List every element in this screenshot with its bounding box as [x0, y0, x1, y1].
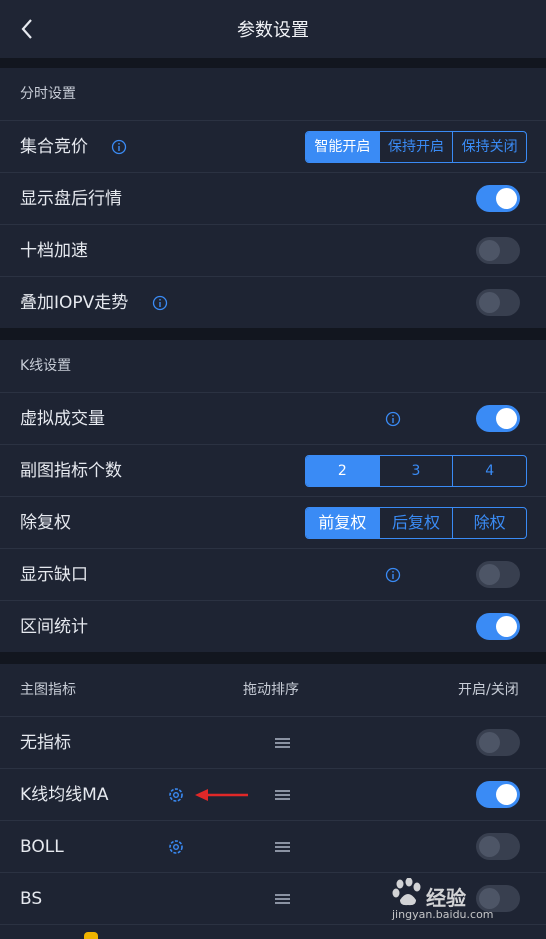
info-icon[interactable]: [385, 567, 401, 583]
drag-handle-icon[interactable]: [275, 893, 290, 905]
indicator-toggle[interactable]: [476, 833, 520, 860]
segment-option[interactable]: 3: [378, 456, 453, 486]
indicator-row: 无指标: [0, 716, 546, 768]
indicator-label: K线均线MA: [20, 785, 109, 805]
section-divider: [0, 328, 546, 340]
drag-handle-icon[interactable]: [275, 789, 290, 801]
toggle-knob: [479, 836, 500, 857]
row-label: 除复权: [20, 513, 71, 533]
section-divider: [0, 652, 546, 664]
qujian-toggle[interactable]: [476, 613, 520, 640]
row-label: 集合竞价: [20, 137, 88, 157]
section-title-fenshi: 分时设置: [20, 86, 76, 102]
shidang-toggle[interactable]: [476, 237, 520, 264]
row-futu: 副图指标个数 2 3 4: [0, 444, 546, 496]
indicator-toggle[interactable]: [476, 729, 520, 756]
row-label: 十档加速: [20, 241, 88, 261]
futu-segmented-control: 2 3 4: [305, 455, 527, 487]
indicator-row-partial: [0, 924, 546, 939]
toggle-knob: [479, 292, 500, 313]
indicator-label: BS: [20, 889, 43, 909]
gear-icon[interactable]: [167, 786, 185, 804]
indicator-toggle[interactable]: [476, 781, 520, 808]
watermark-site: jingyan.baidu.com: [392, 908, 494, 921]
info-icon[interactable]: [385, 411, 401, 427]
toggle-knob: [479, 564, 500, 585]
toggle-knob: [479, 732, 500, 753]
indicator-row: BOLL: [0, 820, 546, 872]
segment-option[interactable]: 除权: [452, 508, 526, 538]
row-label: 叠加IOPV走势: [20, 293, 129, 313]
watermark-brand: 经验: [426, 886, 466, 910]
segment-option[interactable]: 后复权: [378, 508, 453, 538]
segment-option[interactable]: 智能开启: [306, 132, 379, 162]
row-label: 虚拟成交量: [20, 409, 105, 429]
row-iopv: 叠加IOPV走势: [0, 276, 546, 328]
column-header-toggle: 开启/关闭: [458, 682, 519, 698]
column-header-name: 主图指标: [20, 682, 76, 698]
panhou-toggle[interactable]: [476, 185, 520, 212]
row-quekou: 显示缺口: [0, 548, 546, 600]
red-arrow-annotation-icon: [195, 789, 248, 801]
toggle-knob: [496, 616, 517, 637]
column-header-sort: 拖动排序: [243, 682, 299, 698]
xuni-toggle[interactable]: [476, 405, 520, 432]
partial-indicator-icon: [84, 932, 98, 939]
row-label: 区间统计: [20, 617, 88, 637]
info-icon[interactable]: [152, 295, 168, 311]
indicator-row: K线均线MA: [0, 768, 546, 820]
toggle-knob: [479, 240, 500, 261]
main-indicator-header: 主图指标 拖动排序 开启/关闭: [0, 664, 546, 716]
row-label: 副图指标个数: [20, 461, 122, 481]
fuquan-segmented-control: 前复权 后复权 除权: [305, 507, 527, 539]
indicator-label: 无指标: [20, 733, 71, 753]
quekou-toggle[interactable]: [476, 561, 520, 588]
paw-logo-icon: [392, 878, 421, 906]
row-shidang: 十档加速: [0, 224, 546, 276]
baidu-jingyan-watermark: 经验 jingyan.baidu.com: [392, 878, 522, 926]
iopv-toggle[interactable]: [476, 289, 520, 316]
segment-option[interactable]: 2: [306, 456, 379, 486]
row-fuquan: 除复权 前复权 后复权 除权: [0, 496, 546, 548]
row-xuni: 虚拟成交量: [0, 392, 546, 444]
drag-handle-icon[interactable]: [275, 737, 290, 749]
row-jihe-jingjia: 集合竞价 智能开启 保持开启 保持关闭: [0, 120, 546, 172]
segment-option[interactable]: 保持关闭: [452, 132, 526, 162]
indicator-label: BOLL: [20, 837, 64, 857]
page-title: 参数设置: [237, 20, 309, 41]
jihe-segmented-control: 智能开启 保持开启 保持关闭: [305, 131, 527, 163]
row-label: 显示盘后行情: [20, 189, 122, 209]
toggle-knob: [496, 784, 517, 805]
info-icon[interactable]: [111, 139, 127, 155]
back-arrow-icon[interactable]: [14, 15, 42, 43]
drag-handle-icon[interactable]: [275, 841, 290, 853]
section-title-kline: K线设置: [20, 358, 72, 374]
section-divider: [0, 58, 546, 68]
row-qujian: 区间统计: [0, 600, 546, 652]
gear-icon[interactable]: [167, 838, 185, 856]
row-label: 显示缺口: [20, 565, 88, 585]
segment-option[interactable]: 保持开启: [378, 132, 453, 162]
segment-option[interactable]: 4: [452, 456, 526, 486]
toggle-knob: [496, 408, 517, 429]
row-panhou: 显示盘后行情: [0, 172, 546, 224]
header-bar: 参数设置: [0, 0, 546, 58]
toggle-knob: [496, 188, 517, 209]
segment-option[interactable]: 前复权: [306, 508, 379, 538]
